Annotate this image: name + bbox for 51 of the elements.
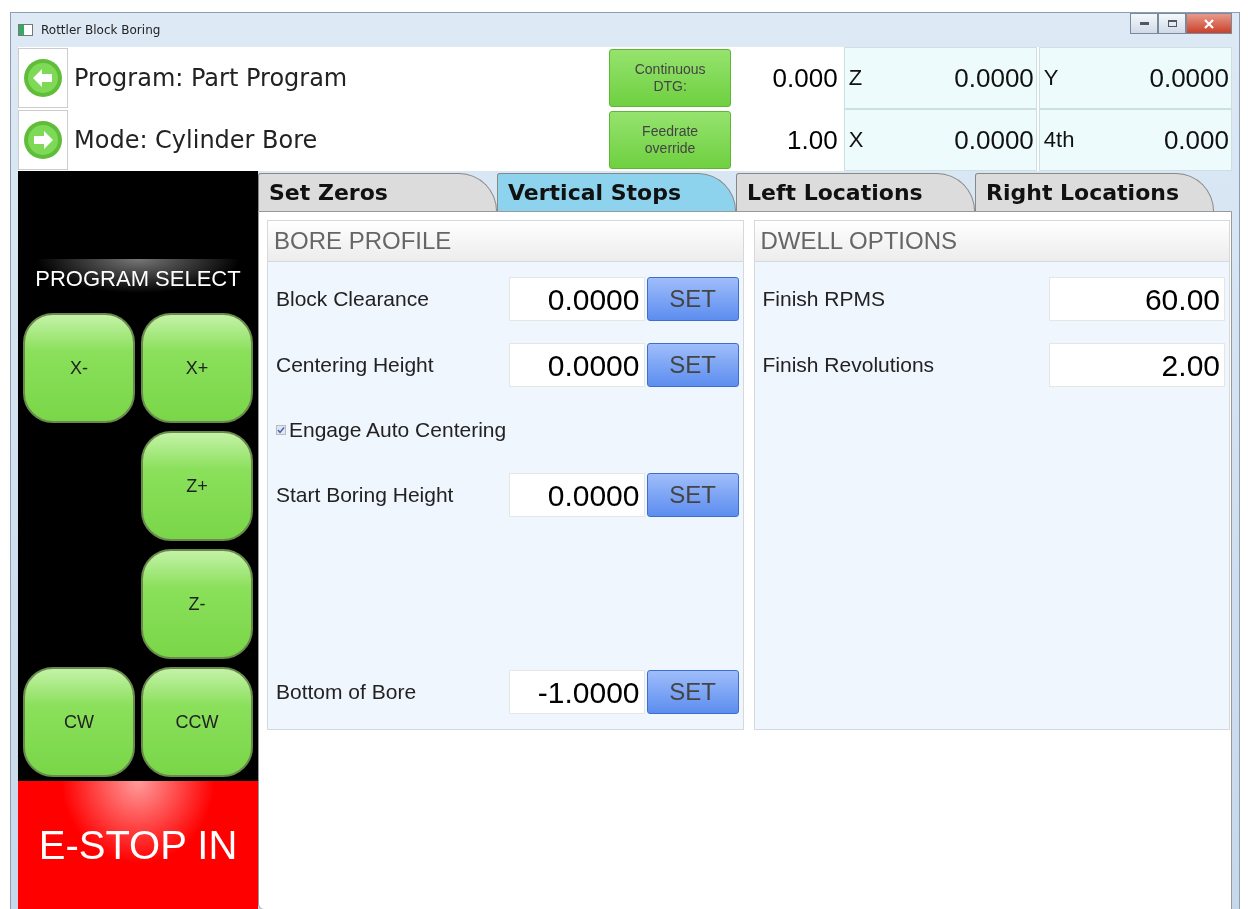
header-value: 0.000 [771, 62, 839, 95]
tab[interactable]: Left Locations [736, 173, 975, 211]
panel-header: BORE PROFILE [268, 221, 743, 262]
tab[interactable]: Set Zeros [258, 173, 497, 211]
mode-button[interactable]: Feedrate override [608, 111, 732, 169]
close-icon [1203, 18, 1215, 29]
set-button[interactable]: SET [646, 277, 739, 321]
input-field[interactable]: 0.0000 [508, 343, 645, 387]
window-title: Rottler Block Boring [41, 23, 161, 37]
axis-value: 0.0000 [1149, 62, 1229, 94]
app-icon [18, 24, 33, 36]
field-label: Start Boring Height [276, 483, 455, 507]
maximize-button[interactable] [1158, 13, 1186, 34]
input-field[interactable]: 2.00 [1049, 343, 1225, 387]
set-button[interactable]: SET [646, 473, 739, 517]
jog-button[interactable]: X+ [141, 313, 253, 423]
axis-value: 0.000 [1163, 124, 1229, 156]
mode-button[interactable]: Continuous DTG: [608, 49, 732, 107]
close-button[interactable] [1186, 13, 1232, 34]
jog-button[interactable]: CW [23, 667, 135, 777]
input-field[interactable]: 60.00 [1049, 277, 1225, 321]
input-field[interactable]: -1.0000 [508, 670, 645, 714]
tab[interactable]: Right Locations [975, 173, 1214, 211]
jog-button[interactable]: X- [23, 313, 135, 423]
input-field[interactable]: 0.0000 [508, 473, 645, 517]
jog-button[interactable]: CCW [141, 667, 253, 777]
axis-value: 0.0000 [954, 62, 1034, 94]
header-label: Mode: Cylinder Bore [74, 126, 318, 154]
axis-name: Z [848, 65, 863, 91]
field-label: Finish RPMS [762, 287, 887, 311]
header-value: 1.00 [786, 124, 839, 157]
axis-name: Y [1043, 65, 1059, 91]
set-button[interactable]: SET [646, 343, 739, 387]
field-label: Block Clearance [276, 287, 430, 311]
e-stop-button[interactable]: E-STOP IN [18, 781, 258, 909]
axis-value: 0.0000 [954, 124, 1034, 156]
minimize-button[interactable] [1130, 13, 1158, 34]
tab[interactable]: Vertical Stops [497, 173, 736, 211]
set-button[interactable]: SET [646, 670, 739, 714]
axis-name: 4th [1043, 127, 1075, 153]
axis-name: X [848, 127, 864, 153]
input-field[interactable]: 0.0000 [508, 277, 645, 321]
panel-header: DWELL OPTIONS [754, 221, 1229, 262]
field-label: Centering Height [276, 353, 435, 377]
header-label: Program: Part Program [74, 64, 348, 92]
checkbox[interactable] [276, 425, 286, 435]
field-label: Bottom of Bore [276, 680, 418, 704]
field-label: Finish Revolutions [762, 353, 936, 377]
checkbox-label: Engage Auto Centering [289, 418, 507, 442]
jog-button[interactable]: Z- [141, 549, 253, 659]
jog-button[interactable]: Z+ [141, 431, 253, 541]
